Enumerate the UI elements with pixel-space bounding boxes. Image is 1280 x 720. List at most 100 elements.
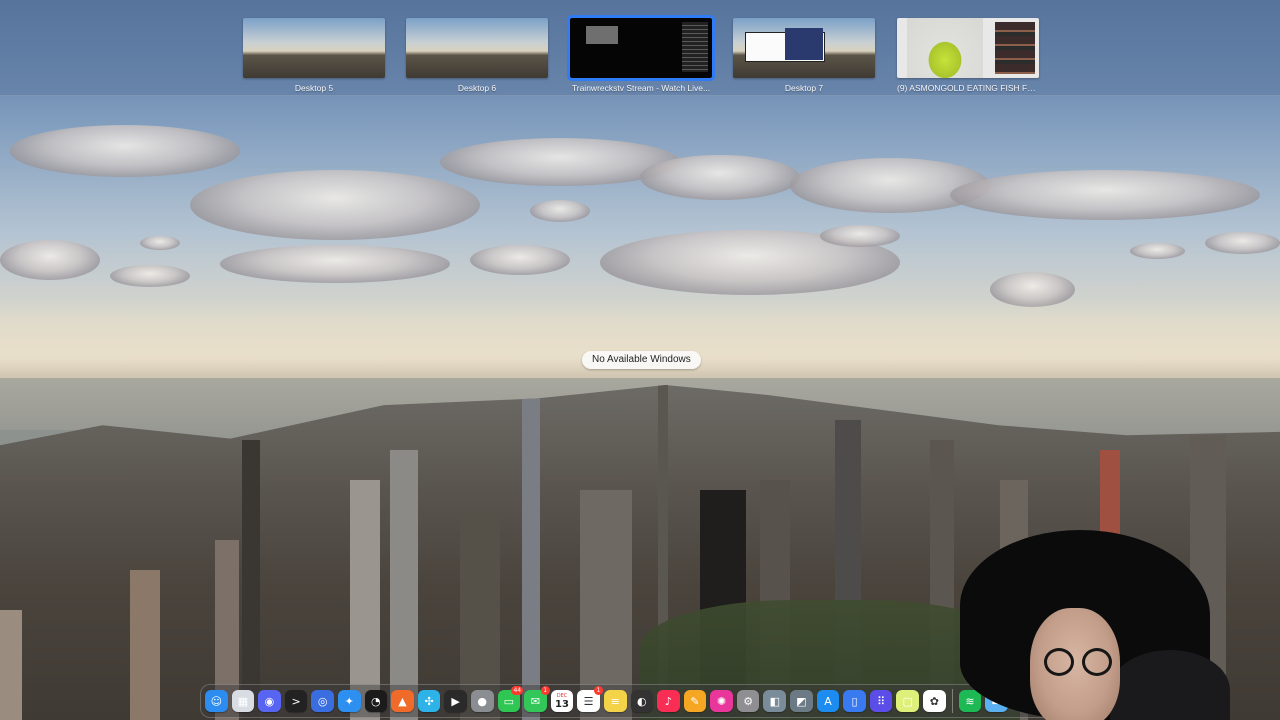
music-icon[interactable]: ♪ (657, 689, 680, 713)
dock-glyph: > (291, 694, 301, 708)
cloud (1205, 232, 1280, 254)
dock-glyph: ✺ (716, 694, 727, 708)
glasses-lens (1044, 648, 1074, 676)
cloud (950, 170, 1260, 220)
dock-glyph: ▯ (851, 694, 858, 708)
proxy-app-icon[interactable]: ◎ (311, 689, 334, 713)
photo-booth-icon[interactable]: ✺ (710, 689, 733, 713)
compressor-icon[interactable]: ● (470, 689, 494, 713)
safari-icon[interactable]: ✦ (337, 689, 361, 713)
space-desktop-5[interactable]: Desktop 5 (243, 18, 385, 93)
notes-icon[interactable]: ≡ (603, 689, 627, 713)
cloud (190, 170, 480, 240)
cloud (110, 265, 190, 287)
space-label: Desktop 7 (784, 83, 824, 93)
cloud (220, 245, 450, 283)
cloud (1130, 243, 1185, 259)
video-sidebar-preview (995, 22, 1035, 74)
dock-glyph: ✿ (929, 694, 939, 708)
dock-glyph: ▶ (451, 694, 460, 708)
dock-glyph: ◧ (769, 694, 780, 708)
cloud (640, 155, 800, 200)
horizon-haze (0, 300, 1280, 390)
vector-app-icon[interactable]: ▲ (391, 689, 414, 713)
launchpad-apps-icon[interactable]: ⠿ (869, 689, 893, 713)
keynote-icon[interactable]: ▯ (843, 689, 866, 713)
facetime-icon[interactable]: ▭ 44 (497, 685, 524, 713)
logic-pro-icon[interactable]: ◐ (630, 689, 654, 713)
dock-glyph: ▢ (902, 694, 913, 708)
stream-chat-preview (682, 22, 708, 72)
discord-icon[interactable]: ◉ (258, 689, 281, 713)
dock-glyph: ● (477, 694, 488, 708)
dock-separator (951, 689, 953, 713)
notification-badge: 1 (540, 685, 550, 695)
dock: ☺▦◉>◎✦◔▲✣▶●▭44✉1DEC13☰1≡◐♪✎✺⚙◧◩A▯⠿▢✿≋▬ (200, 684, 1090, 718)
cloud (820, 225, 900, 247)
cloud (140, 236, 180, 250)
stickies-icon[interactable]: ▢ (896, 689, 920, 713)
dock-glyph: ✎ (690, 694, 700, 708)
calendar-day-label: 13 (555, 698, 569, 710)
calendar-icon[interactable]: DEC 13 (550, 689, 574, 713)
final-cut-icon[interactable]: ▶ (444, 689, 467, 713)
stream-webcam-preview (586, 26, 618, 44)
dock-glyph: ✣ (424, 694, 434, 708)
skyscraper (390, 450, 418, 720)
image-capture-icon[interactable]: ◩ (790, 689, 813, 713)
finder-icon[interactable]: ☺ (205, 689, 228, 713)
dock-glyph: ✉ (530, 694, 541, 708)
dock-glyph: ☺ (210, 694, 223, 708)
skyscraper (130, 570, 160, 720)
space-label: Trainwreckstv Stream - Watch Live... (571, 83, 711, 93)
glasses-lens (1082, 648, 1112, 676)
dock-glyph: ▲ (398, 694, 407, 708)
notification-badge: 44 (511, 685, 524, 695)
space-thumbnail[interactable] (733, 18, 875, 78)
xcode-tools-icon[interactable]: ✣ (417, 689, 441, 713)
dock-glyph: ☰ (583, 694, 594, 708)
space-asmongold-video[interactable]: (9) ASMONGOLD EATING FISH FOR... (897, 18, 1039, 93)
space-thumbnail[interactable] (897, 18, 1039, 78)
activity-monitor-icon[interactable]: ◔ (364, 689, 388, 713)
cloud (0, 240, 100, 280)
dock-glyph: ♪ (664, 694, 672, 708)
launchpad-grid-icon[interactable]: ▦ (231, 689, 255, 713)
dock-glyph: ▦ (237, 694, 249, 708)
dock-glyph: ▭ (503, 694, 515, 708)
dock-glyph: ⚙ (743, 694, 754, 708)
space-label: Desktop 6 (457, 83, 497, 93)
terminal-icon[interactable]: > (284, 689, 308, 713)
space-thumbnail[interactable] (406, 18, 548, 78)
system-settings-icon[interactable]: ⚙ (736, 689, 760, 713)
dock-glyph: ⠿ (877, 694, 886, 708)
dock-glyph: ◩ (796, 694, 807, 708)
space-label: (9) ASMONGOLD EATING FISH FOR... (897, 83, 1039, 93)
dock-glyph: ◔ (371, 694, 381, 708)
dock-glyph: ◐ (636, 694, 647, 708)
dock-glyph: ✦ (344, 694, 354, 708)
app-store-icon[interactable]: A (816, 689, 840, 713)
mission-control-spaces-bar: Desktop 5 Desktop 6 Trainwreckstv Stream… (0, 0, 1280, 96)
video-preview (907, 18, 983, 78)
space-trainwreckstv-stream[interactable]: Trainwreckstv Stream - Watch Live... (567, 15, 715, 93)
cloud (10, 125, 240, 177)
skyscraper (242, 440, 260, 720)
chatgpt-icon[interactable]: ✿ (923, 689, 946, 713)
dock-glyph: ◉ (264, 694, 275, 708)
webcam-overlay (960, 530, 1230, 720)
space-desktop-6[interactable]: Desktop 6 (406, 18, 548, 93)
space-thumbnail[interactable] (567, 15, 715, 81)
skyscraper (0, 610, 22, 720)
preview-icon[interactable]: ◧ (763, 689, 787, 713)
cloud (530, 200, 590, 222)
pages-icon[interactable]: ✎ (683, 689, 707, 713)
reminders-icon[interactable]: ☰ 1 (577, 685, 603, 713)
messages-icon[interactable]: ✉ 1 (524, 685, 550, 713)
dock-glyph: ≡ (610, 694, 620, 708)
space-thumbnail[interactable] (243, 18, 385, 78)
glasses-icon (1044, 648, 1116, 676)
cloud (470, 245, 570, 275)
dock-glyph: ◎ (317, 694, 328, 708)
space-desktop-7[interactable]: Desktop 7 (733, 18, 875, 93)
